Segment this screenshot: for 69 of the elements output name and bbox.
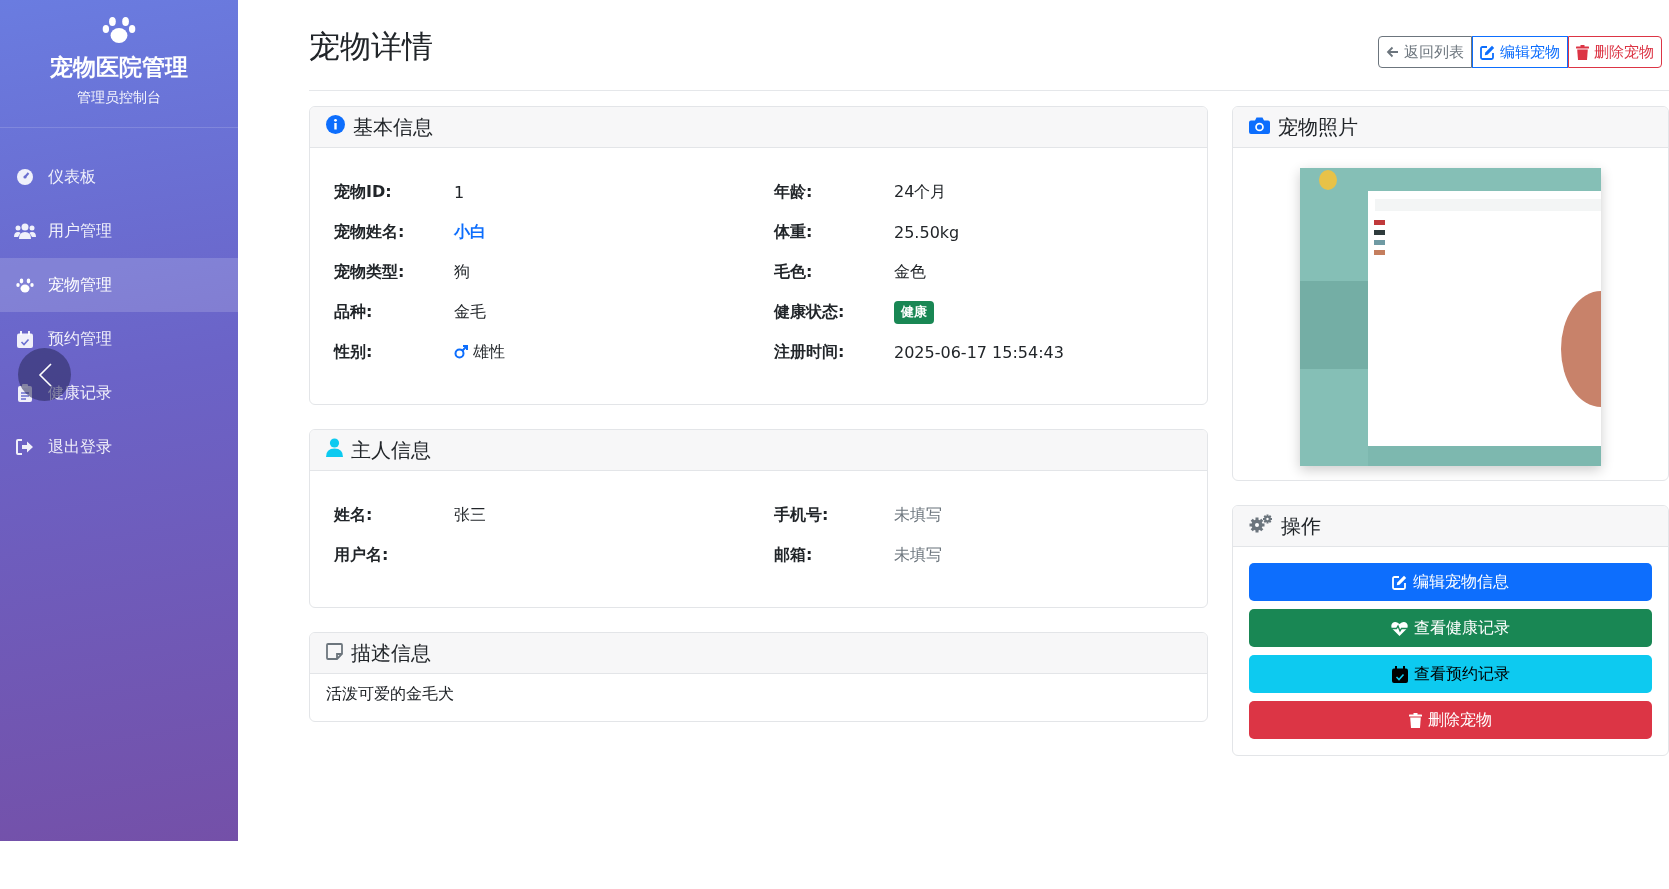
card-title: 基本信息 bbox=[353, 114, 433, 141]
card-title: 主人信息 bbox=[351, 437, 431, 464]
field-label: 宠物类型: bbox=[334, 260, 406, 283]
sidebar-item[interactable]: 宠物管理 bbox=[0, 258, 238, 312]
edit-icon bbox=[1480, 44, 1495, 60]
info-icon bbox=[326, 115, 345, 134]
edit-icon bbox=[1392, 574, 1407, 590]
field-value: 未填写 bbox=[894, 544, 942, 566]
field-label: 性别: bbox=[334, 340, 374, 363]
heartbeat-icon bbox=[1391, 620, 1408, 636]
card-title: 描述信息 bbox=[351, 640, 431, 667]
logout-icon bbox=[16, 439, 34, 455]
field-value: 未填写 bbox=[894, 504, 942, 526]
field-label: 用户名: bbox=[334, 543, 390, 566]
card-title: 宠物照片 bbox=[1278, 114, 1358, 141]
health-status-badge: 健康 bbox=[894, 300, 934, 324]
field-label: 注册时间: bbox=[774, 340, 846, 363]
header-action-button[interactable]: 返回列表 bbox=[1378, 36, 1472, 68]
calendar-icon bbox=[1391, 665, 1408, 683]
field-value: 小白 bbox=[454, 221, 486, 243]
field-label: 健康状态: bbox=[774, 300, 846, 323]
field-label: 毛色: bbox=[774, 260, 814, 283]
sidebar-item[interactable]: 用户管理 bbox=[0, 204, 238, 258]
clipboard-icon bbox=[18, 384, 32, 402]
note-icon bbox=[326, 642, 343, 660]
field-label: 品种: bbox=[334, 300, 374, 323]
trash-icon bbox=[1576, 44, 1589, 60]
field-label: 宠物姓名: bbox=[334, 220, 406, 243]
header-action-button[interactable]: 删除宠物 bbox=[1568, 36, 1662, 68]
field-label: 手机号: bbox=[774, 503, 830, 526]
header-action-button[interactable]: 编辑宠物 bbox=[1472, 36, 1568, 68]
field-value: 雄性 bbox=[473, 341, 505, 363]
action-button[interactable]: 查看健康记录 bbox=[1249, 609, 1652, 647]
paw-logo-icon bbox=[102, 14, 136, 44]
male-icon bbox=[454, 345, 468, 359]
field-label: 宠物ID: bbox=[334, 180, 393, 203]
gauge-icon bbox=[16, 168, 34, 186]
field-label: 姓名: bbox=[334, 503, 374, 526]
paw-icon bbox=[16, 277, 34, 293]
card-title: 操作 bbox=[1281, 513, 1321, 540]
field-value: 24个月 bbox=[894, 181, 947, 203]
sidebar-item[interactable]: 预约管理 bbox=[0, 312, 238, 366]
users-icon bbox=[14, 223, 36, 239]
field-value: 狗 bbox=[454, 261, 470, 283]
description-text: 活泼可爱的金毛犬 bbox=[326, 684, 455, 705]
gears-icon bbox=[1249, 514, 1273, 533]
field-value: 张三 bbox=[454, 504, 486, 526]
calendar-icon bbox=[17, 330, 33, 348]
field-label: 邮箱: bbox=[774, 543, 814, 566]
sidebar-item[interactable]: 健康记录 bbox=[0, 366, 238, 420]
action-button[interactable]: 删除宠物 bbox=[1249, 701, 1652, 739]
action-button[interactable]: 查看预约记录 bbox=[1249, 655, 1652, 693]
page-title: 宠物详情 bbox=[309, 27, 433, 66]
field-value: 25.50kg bbox=[894, 222, 960, 242]
field-value: 金色 bbox=[894, 261, 926, 283]
brand-title: 宠物医院管理 bbox=[50, 53, 188, 82]
sidebar-item[interactable]: 退出登录 bbox=[0, 420, 238, 474]
field-value: 金毛 bbox=[454, 301, 486, 323]
trash-icon bbox=[1409, 712, 1422, 728]
field-value: 1 bbox=[454, 182, 465, 202]
field-value: 2025-06-17 15:54:43 bbox=[894, 342, 1064, 362]
field-label: 体重: bbox=[774, 220, 814, 243]
user-icon bbox=[326, 438, 343, 457]
arrow-left-icon bbox=[1386, 46, 1399, 58]
sidebar-item[interactable]: 仪表板 bbox=[0, 150, 238, 204]
camera-icon bbox=[1249, 116, 1270, 134]
action-button[interactable]: 编辑宠物信息 bbox=[1249, 563, 1652, 601]
field-label: 年龄: bbox=[774, 180, 814, 203]
brand-subtitle: 管理员控制台 bbox=[77, 89, 161, 107]
